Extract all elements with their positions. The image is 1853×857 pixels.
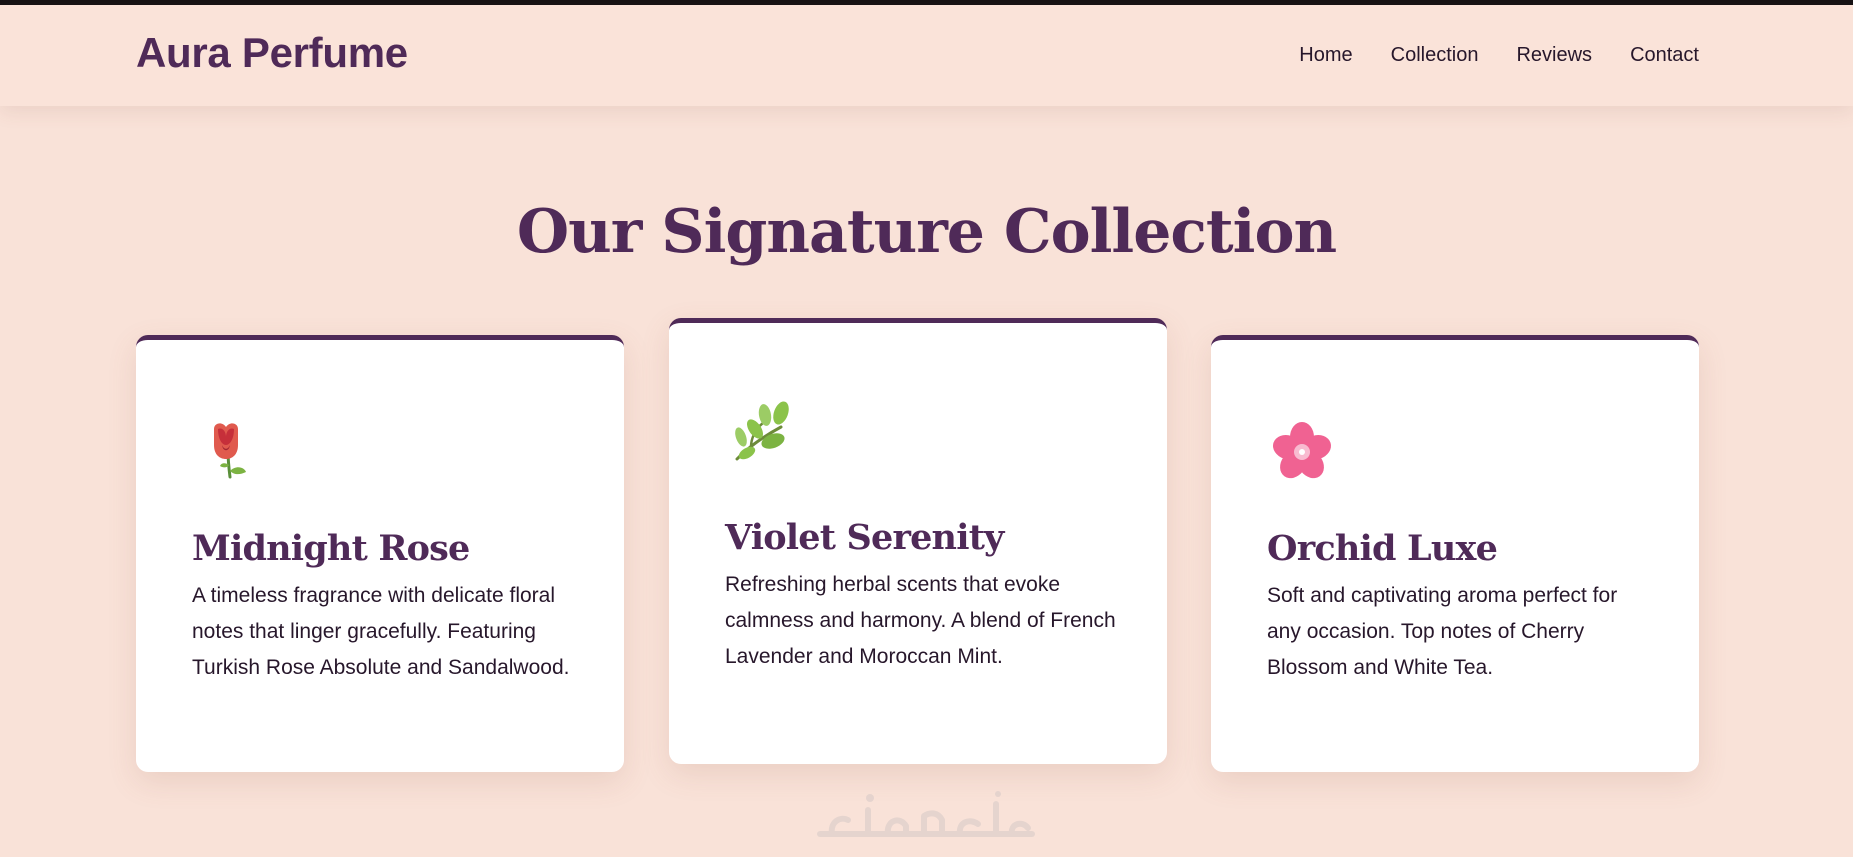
main-nav: Home Collection Reviews Contact <box>1299 45 1699 65</box>
card-title: Orchid Luxe <box>1267 528 1498 569</box>
product-card-orchid-luxe: Orchid Luxe Soft and captivating aroma p… <box>1211 335 1699 772</box>
rose-icon <box>192 415 262 485</box>
cherry-blossom-icon <box>1267 415 1337 485</box>
product-card-violet-serenity: Violet Serenity Refreshing herbal scents… <box>669 318 1167 764</box>
card-description: Soft and captivating aroma perfect for a… <box>1267 584 1618 679</box>
card-title: Midnight Rose <box>192 528 470 569</box>
card-description: A timeless fragrance with delicate flora… <box>192 584 570 679</box>
site-header: Aura Perfume Home Collection Reviews Con… <box>0 5 1853 106</box>
card-description: Refreshing herbal scents that evoke calm… <box>725 573 1116 668</box>
nav-reviews-link[interactable]: Reviews <box>1516 45 1592 65</box>
khamsat-watermark-logo <box>812 790 1040 842</box>
nav-home-link[interactable]: Home <box>1299 45 1352 65</box>
herb-icon <box>725 399 795 469</box>
nav-contact-link[interactable]: Contact <box>1630 45 1699 65</box>
brand-logo[interactable]: Aura Perfume <box>136 32 408 74</box>
nav-collection-link[interactable]: Collection <box>1391 45 1479 65</box>
section-title: Our Signature Collection <box>516 197 1337 267</box>
product-card-midnight-rose: Midnight Rose A timeless fragrance with … <box>136 335 624 772</box>
card-title: Violet Serenity <box>725 517 1004 558</box>
